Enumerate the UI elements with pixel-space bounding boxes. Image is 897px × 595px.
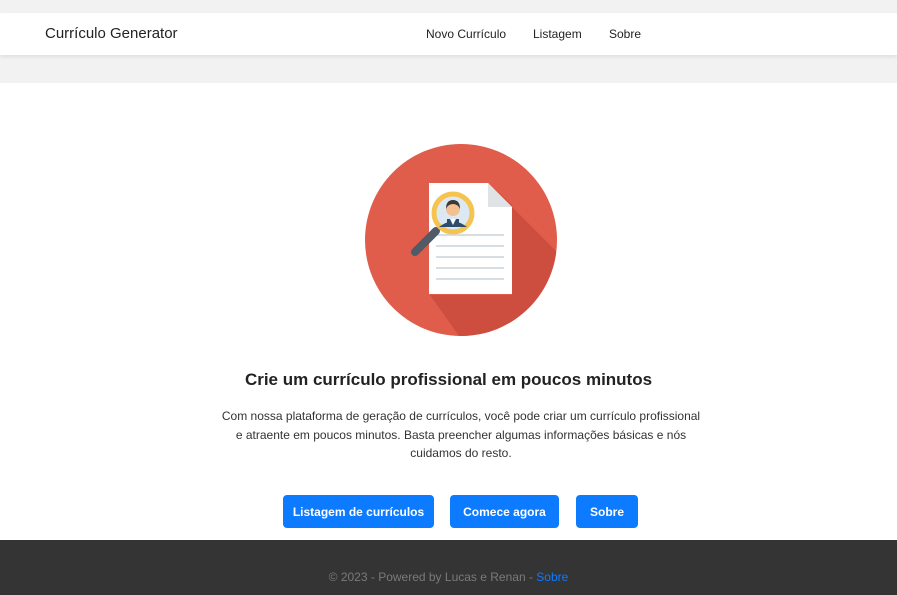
hero-section: Crie um currículo profissional em poucos… [0,83,897,540]
footer-copyright: © 2023 - Powered by Lucas e Renan - Sobr… [0,570,897,584]
brand-logo-text[interactable]: Currículo Generator [45,25,178,42]
hero-title: Crie um currículo profissional em poucos… [244,370,653,389]
footer-sobre-link[interactable]: Sobre [536,570,568,584]
listagem-curriculos-button[interactable]: Listagem de currículos [283,495,434,528]
nav-link-listagem[interactable]: Listagem [533,27,582,41]
resume-search-illustration [365,144,557,336]
nav-link-novo-curriculo[interactable]: Novo Currículo [426,27,506,41]
top-navbar: Currículo Generator Novo Currículo Lista… [0,13,897,55]
sobre-button[interactable]: Sobre [576,495,638,528]
footer-copyright-text: © 2023 - Powered by Lucas e Renan - [328,570,537,584]
comece-agora-button[interactable]: Comece agora [450,495,559,528]
nav-link-sobre[interactable]: Sobre [609,27,641,41]
page-footer: © 2023 - Powered by Lucas e Renan - Sobr… [0,540,897,595]
hero-description: Com nossa plataforma de geração de currí… [221,409,701,460]
